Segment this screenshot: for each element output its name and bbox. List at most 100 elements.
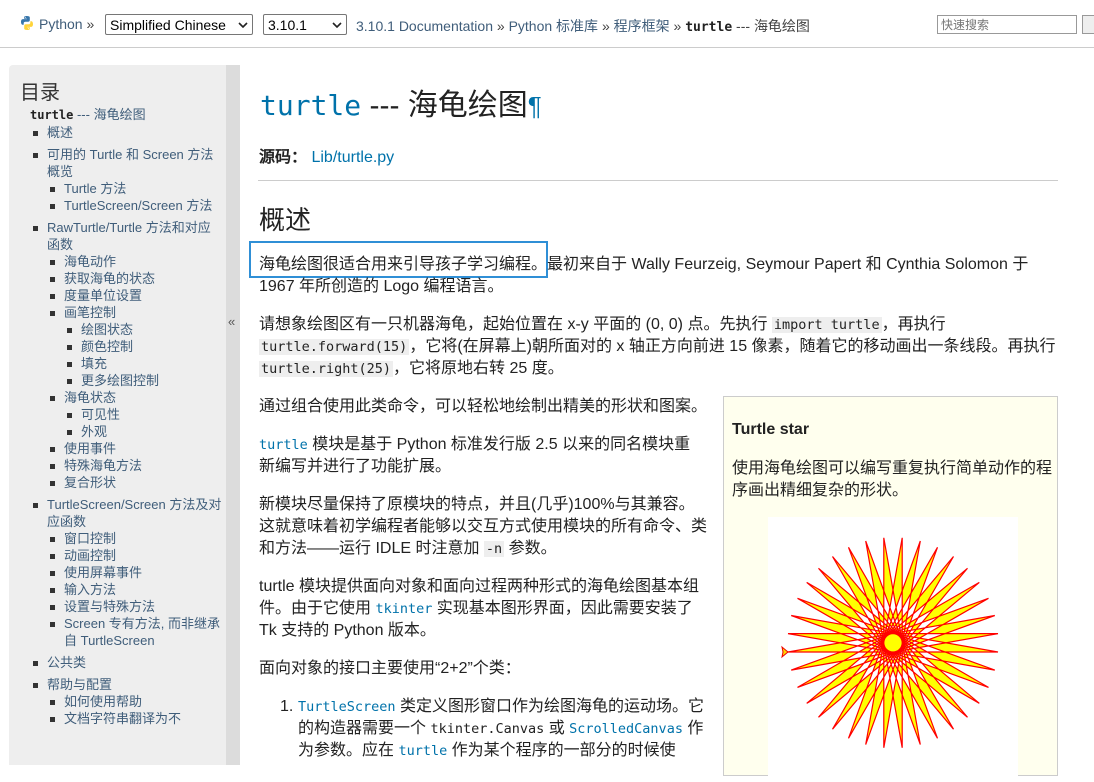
- toc-item-label[interactable]: 可见性: [81, 407, 120, 422]
- inline-code: turtle.forward(15): [259, 339, 410, 355]
- toc-item[interactable]: Screen 专有方法, 而非继承自 TurtleScreen: [47, 615, 222, 649]
- permalink-icon[interactable]: ¶: [528, 91, 542, 121]
- toc-root[interactable]: turtle --- 海龟绘图 概述可用的 Turtle 和 Screen 方法…: [22, 106, 222, 727]
- toc-root-rest[interactable]: --- 海龟绘图: [73, 107, 146, 122]
- toc-item[interactable]: 填充: [64, 355, 222, 372]
- scrolledcanvas-link[interactable]: ScrolledCanvas: [569, 721, 683, 737]
- toc-item[interactable]: TurtleScreen/Screen 方法: [47, 197, 222, 214]
- source-link[interactable]: Lib/turtle.py: [311, 149, 394, 166]
- toc-item[interactable]: RawTurtle/Turtle 方法和对应函数海龟动作获取海龟的状态 度量单位设…: [30, 219, 222, 491]
- breadcrumb-stdlib[interactable]: Python 标准库: [509, 18, 598, 34]
- toc-item-label[interactable]: 使用事件: [64, 441, 116, 456]
- toc-item-label[interactable]: 绘图状态: [81, 322, 133, 337]
- toc-item[interactable]: 帮助与配置如何使用帮助文档字符串翻译为不: [30, 676, 222, 727]
- list-number: 1.: [280, 698, 294, 715]
- turtle-module-link[interactable]: turtle: [259, 437, 308, 453]
- toc-item-label[interactable]: 帮助与配置: [47, 677, 112, 692]
- toc-item-label[interactable]: 获取海龟的状态: [64, 271, 155, 286]
- toc-item[interactable]: 输入方法: [47, 581, 222, 598]
- breadcrumb-separator: »: [601, 18, 610, 34]
- toc-item-label[interactable]: 海龟动作: [64, 254, 116, 269]
- star-path: [787, 537, 999, 748]
- toc-item[interactable]: 可见性: [64, 406, 222, 423]
- turtle-link[interactable]: turtle: [398, 743, 447, 759]
- toc-item[interactable]: 颜色控制: [64, 338, 222, 355]
- toc-item-label[interactable]: 画笔控制: [64, 305, 116, 320]
- toc-item-label[interactable]: 文档字符串翻译为不: [64, 711, 181, 726]
- toc-item-label[interactable]: 颜色控制: [81, 339, 133, 354]
- toc-root-mono[interactable]: turtle: [30, 108, 73, 122]
- toc-item-label[interactable]: 公共类: [47, 655, 86, 670]
- toc-item[interactable]: 设置与特殊方法: [47, 598, 222, 615]
- toc-item[interactable]: 使用屏幕事件: [47, 564, 222, 581]
- toc-item[interactable]: 动画控制: [47, 547, 222, 564]
- toc-item[interactable]: 更多绘图控制: [64, 372, 222, 389]
- breadcrumb-python[interactable]: Python »: [39, 16, 94, 32]
- text-span: 作为某个程序的一部分的时候使: [447, 742, 676, 759]
- toc-item[interactable]: TurtleScreen/Screen 方法及对应函数窗口控制动画控制使用屏幕事…: [30, 496, 222, 649]
- toc-item-label[interactable]: 度量单位设置: [64, 288, 142, 303]
- toc-item-label[interactable]: 填充: [81, 356, 107, 371]
- toc-item-label[interactable]: 输入方法: [64, 582, 116, 597]
- text-span: 这就意味着初学编程者能够以交互方式使用模块的所有命令、类: [259, 518, 708, 535]
- version-select-value: 3.10.1: [268, 16, 307, 33]
- text-span: 新编写并进行了功能扩展。: [259, 458, 452, 475]
- toc-item[interactable]: Turtle 方法: [47, 180, 222, 197]
- toc-item[interactable]: 窗口控制: [47, 530, 222, 547]
- toc-item[interactable]: 文档字符串翻译为不: [47, 710, 222, 727]
- text-span: Tk 支持的 Python 版本。: [259, 622, 436, 639]
- search-go-button[interactable]: [1082, 15, 1094, 34]
- toc-item[interactable]: 外观: [64, 423, 222, 440]
- toc-item-label[interactable]: Screen 专有方法, 而非继承自 TurtleScreen: [64, 616, 220, 648]
- toc-item-label[interactable]: 如何使用帮助: [64, 694, 142, 709]
- toc-item-label[interactable]: 概述: [47, 125, 73, 140]
- toc-item[interactable]: 度量单位设置: [47, 287, 222, 304]
- text-span: turtle 模块提供面向对象和面向过程两种形式的海龟绘图基本组: [259, 578, 700, 595]
- text-span: 实现基本图形界面，因此需要安装了: [432, 600, 693, 617]
- toc-item-label[interactable]: 可用的 Turtle 和 Screen 方法概览: [47, 147, 213, 179]
- version-select[interactable]: 3.10.1: [263, 14, 347, 35]
- toc-item[interactable]: 获取海龟的状态: [47, 270, 222, 287]
- toc-item[interactable]: 可用的 Turtle 和 Screen 方法概览 Turtle 方法 TurtleS…: [30, 146, 222, 214]
- tkinter-link[interactable]: tkinter: [375, 601, 432, 617]
- toc-item-label[interactable]: 设置与特殊方法: [64, 599, 155, 614]
- toc-item-label[interactable]: 外观: [81, 424, 107, 439]
- text-span: 类定义图形窗口作为绘图海龟的运动场。它: [395, 698, 704, 715]
- breadcrumb-python-label[interactable]: Python: [39, 16, 83, 32]
- toc-item-label[interactable]: Turtle 方法: [64, 181, 126, 196]
- turtlescreen-link[interactable]: TurtleScreen: [298, 699, 396, 715]
- toc-item[interactable]: 海龟动作: [47, 253, 222, 270]
- sidebar-collapse-bar[interactable]: [226, 65, 240, 765]
- python-logo-icon[interactable]: [19, 15, 35, 31]
- breadcrumb-docs[interactable]: 3.10.1 Documentation: [356, 18, 493, 34]
- paragraph-tkinter: turtle 模块提供面向对象和面向过程两种形式的海龟绘图基本组 件。由于它使用 …: [259, 576, 719, 642]
- toc-item[interactable]: 特殊海龟方法: [47, 457, 222, 474]
- text-span: ，它将(在屏幕上)朝所面对的 x 轴正方向前进 15 像素，随着它的移动画出一条…: [409, 338, 1056, 355]
- text-span: ，再执行: [881, 316, 946, 333]
- toc-item-label[interactable]: 使用屏幕事件: [64, 565, 142, 580]
- toc-item-label[interactable]: 复合形状: [64, 475, 116, 490]
- toc-item-label[interactable]: 特殊海龟方法: [64, 458, 142, 473]
- collapse-sidebar-icon[interactable]: «: [228, 314, 235, 329]
- chevron-down-icon: [238, 21, 248, 28]
- toc-item-label[interactable]: RawTurtle/Turtle 方法和对应函数: [47, 220, 211, 252]
- toc-item[interactable]: 公共类: [30, 654, 222, 671]
- language-select[interactable]: Simplified Chinese: [105, 14, 253, 35]
- toc-item-label[interactable]: 动画控制: [64, 548, 116, 563]
- toc-item[interactable]: 如何使用帮助: [47, 693, 222, 710]
- toc-item-label[interactable]: 海龟状态: [64, 390, 116, 405]
- turtle-star-drawing: [781, 537, 999, 748]
- toc-item[interactable]: 海龟状态可见性外观: [47, 389, 222, 440]
- toc-item[interactable]: 概述: [30, 124, 222, 141]
- toc-item-label[interactable]: TurtleScreen/Screen 方法及对应函数: [47, 497, 221, 529]
- toc-item[interactable]: 复合形状: [47, 474, 222, 491]
- breadcrumb-frameworks[interactable]: 程序框架: [614, 18, 670, 34]
- toc-item-label[interactable]: 窗口控制: [64, 531, 116, 546]
- toc-item-label[interactable]: TurtleScreen/Screen 方法: [64, 198, 212, 213]
- toc-item[interactable]: 绘图状态: [64, 321, 222, 338]
- toc-item[interactable]: 画笔控制绘图状态颜色控制填充更多绘图控制: [47, 304, 222, 389]
- toc-item[interactable]: 使用事件: [47, 440, 222, 457]
- toc-item-label[interactable]: 更多绘图控制: [81, 373, 159, 388]
- breadcrumb: 3.10.1 Documentation » Python 标准库 » 程序框架…: [356, 16, 810, 36]
- search-input[interactable]: [937, 15, 1077, 34]
